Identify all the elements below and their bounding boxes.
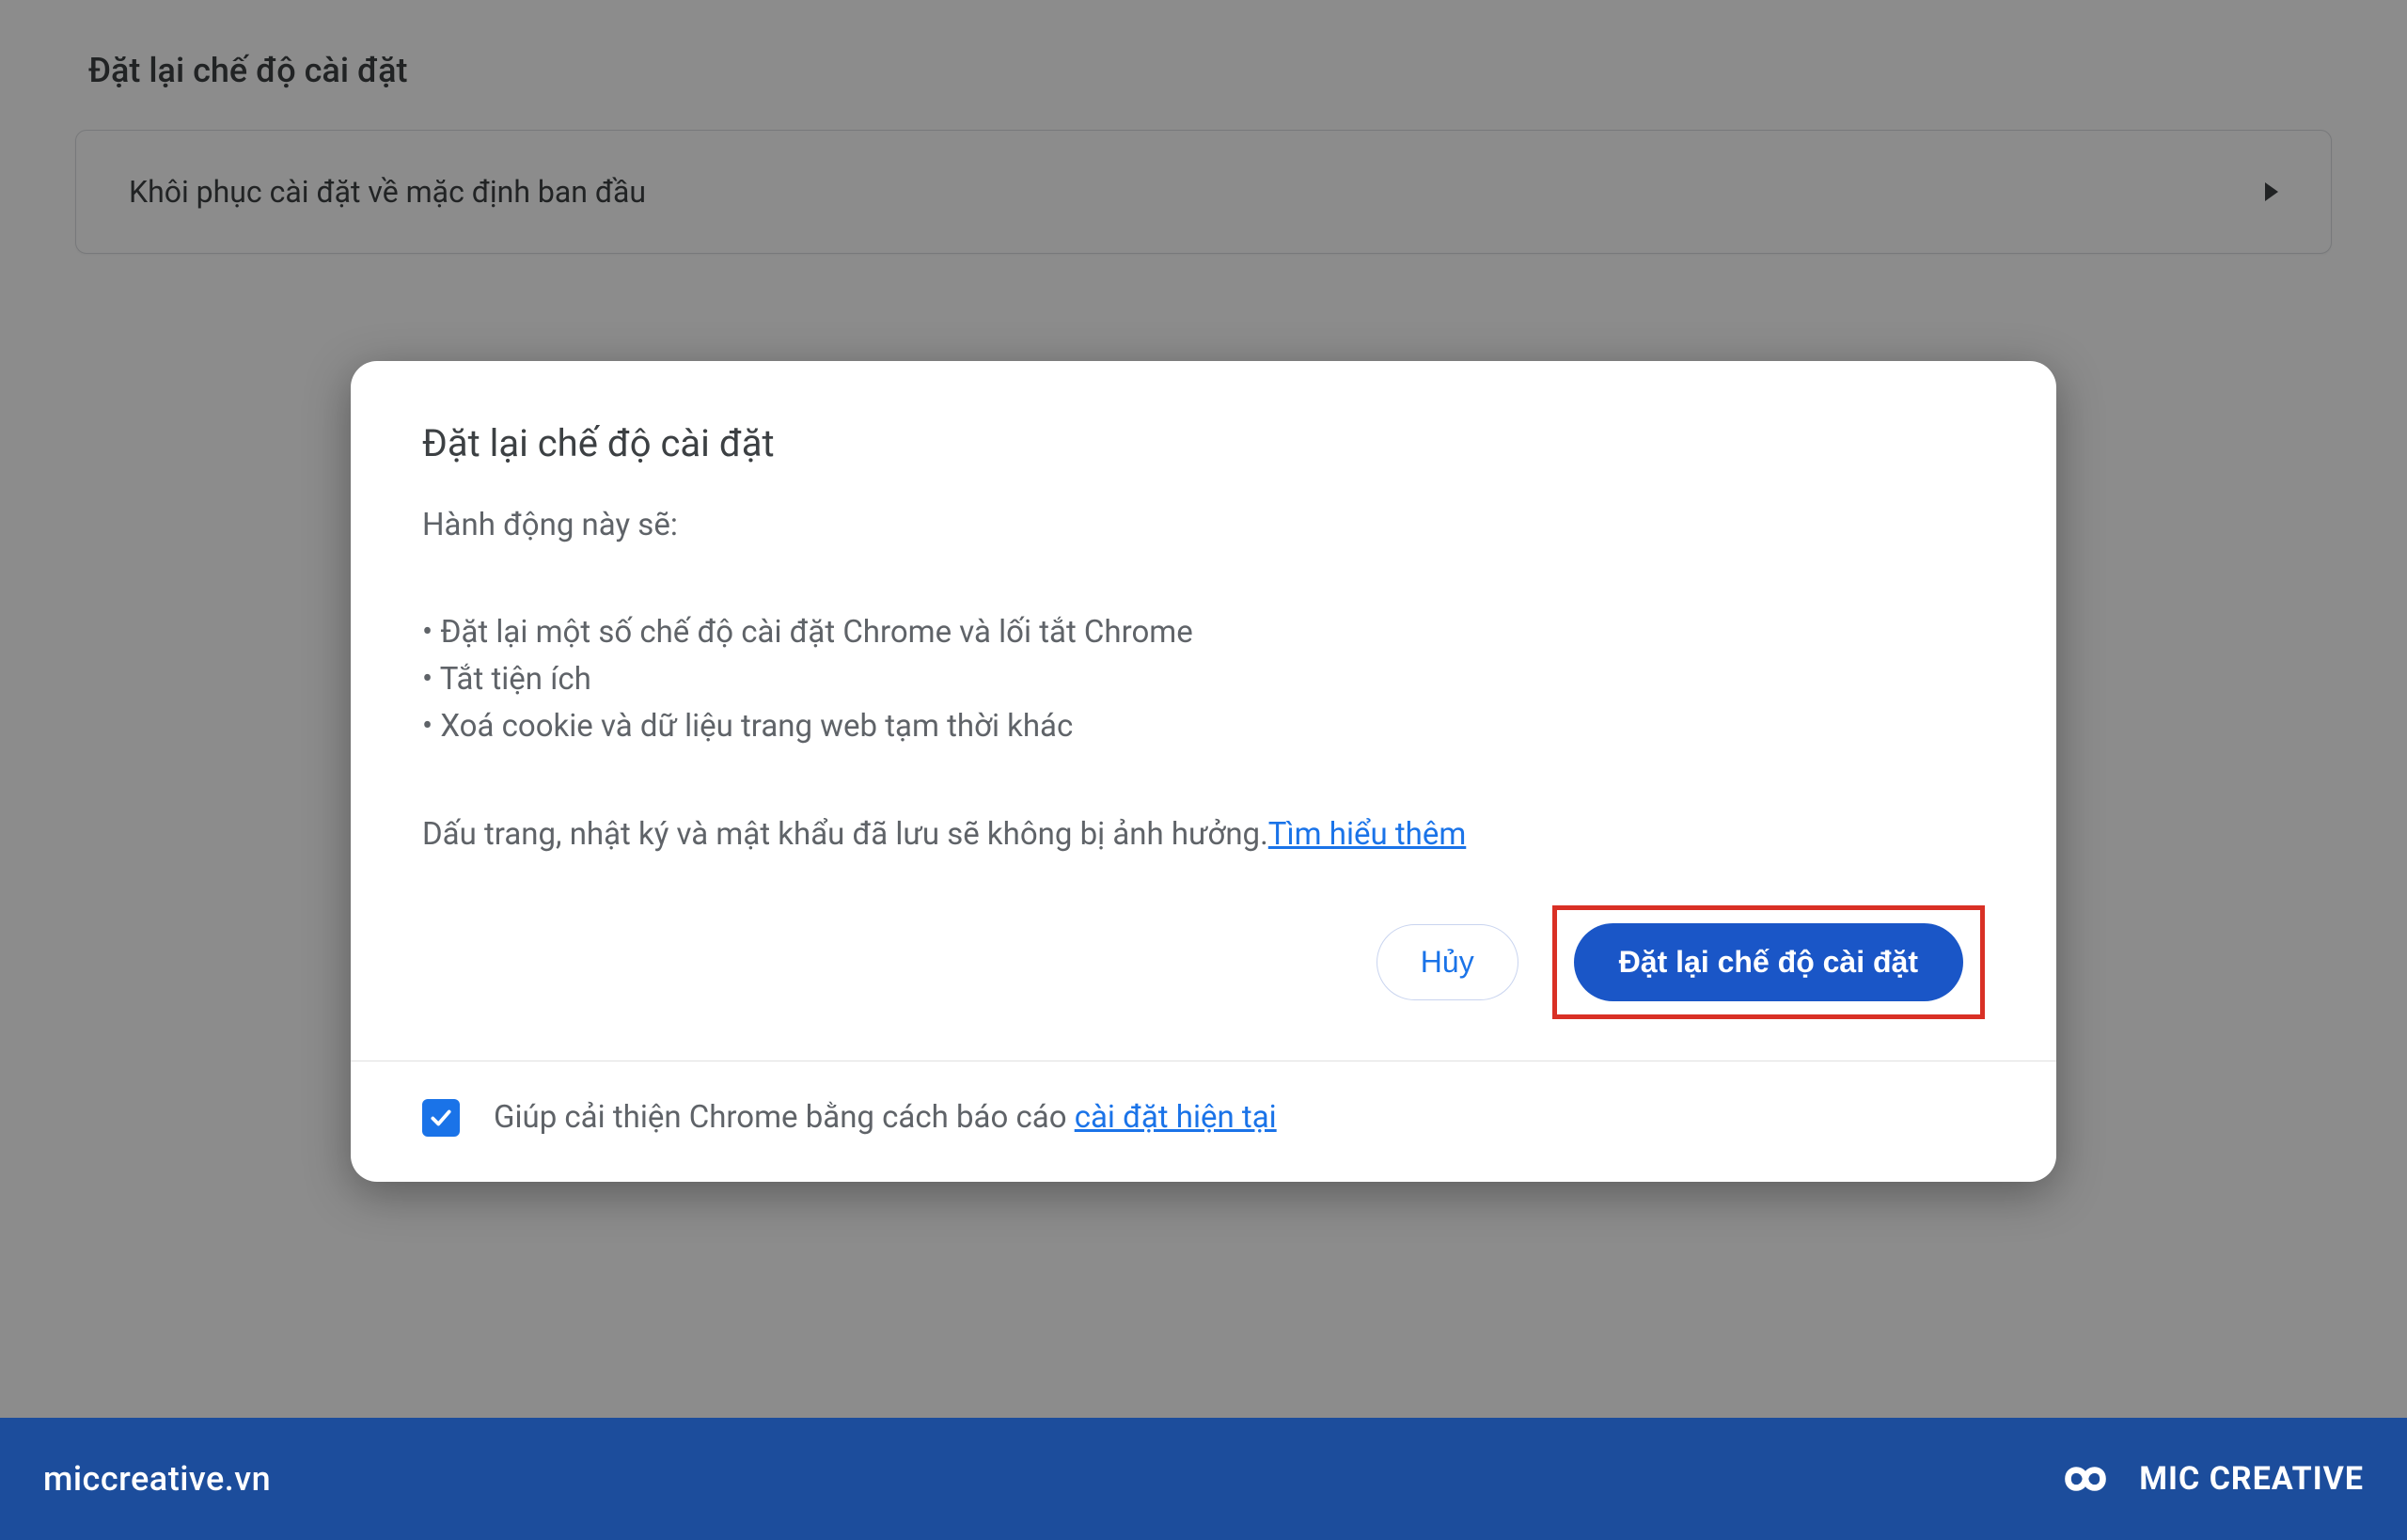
dialog-bullet-list: Đặt lại một số chế độ cài đặt Chrome và … <box>422 609 1985 750</box>
list-item: Đặt lại một số chế độ cài đặt Chrome và … <box>422 609 1985 656</box>
brand-bar: miccreative.vn MIC CREATIVE <box>0 1418 2407 1540</box>
dialog-footer: Giúp cải thiện Chrome bằng cách báo cáo … <box>351 1061 2056 1182</box>
current-settings-link[interactable]: cài đặt hiện tại <box>1075 1099 1277 1136</box>
confirm-highlight-box: Đặt lại chế độ cài đặt <box>1552 905 1985 1018</box>
reset-settings-confirm-button[interactable]: Đặt lại chế độ cài đặt <box>1574 923 1963 1000</box>
brand-name-label: MIC CREATIVE <box>2139 1460 2364 1498</box>
list-item: Xoá cookie và dữ liệu trang web tạm thời… <box>422 703 1985 750</box>
report-settings-label: Giúp cải thiện Chrome bằng cách báo cáo … <box>494 1099 1277 1136</box>
dialog-note-text: Dấu trang, nhật ký và mật khẩu đã lưu sẽ… <box>422 816 1268 853</box>
check-icon <box>429 1106 453 1130</box>
learn-more-link[interactable]: Tìm hiểu thêm <box>1268 816 1466 853</box>
brand-right: MIC CREATIVE <box>2051 1454 2364 1503</box>
brand-site-label: miccreative.vn <box>43 1459 271 1499</box>
dialog-note: Dấu trang, nhật ký và mật khẩu đã lưu sẽ… <box>422 816 1985 853</box>
report-text-prefix: Giúp cải thiện Chrome bằng cách báo cáo <box>494 1099 1075 1136</box>
list-item: Tắt tiện ích <box>422 656 1985 703</box>
dialog-intro: Hành động này sẽ: <box>422 507 1985 543</box>
dialog-actions: Hủy Đặt lại chế độ cài đặt <box>422 905 1985 1018</box>
dialog-title: Đặt lại chế độ cài đặt <box>422 421 1985 465</box>
dialog-body: Đặt lại chế độ cài đặt Hành động này sẽ:… <box>351 361 2056 1061</box>
reset-settings-dialog: Đặt lại chế độ cài đặt Hành động này sẽ:… <box>351 361 2056 1182</box>
infinity-logo-icon <box>2051 1454 2120 1503</box>
report-settings-checkbox[interactable] <box>422 1099 460 1137</box>
cancel-button[interactable]: Hủy <box>1377 924 1518 999</box>
